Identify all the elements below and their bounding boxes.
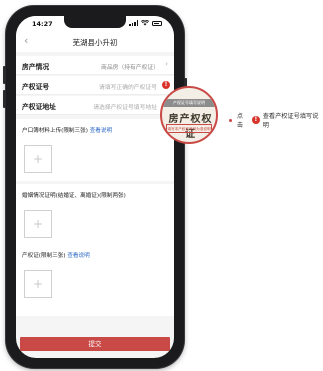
page-title: 芜湖县小升初	[72, 38, 118, 47]
cert-number-row[interactable]: 产权证号 请填写正确的产权证号 !	[16, 76, 174, 95]
property-cert-title-text: 产权证(限制三张)	[22, 253, 66, 259]
household-help-link[interactable]: 查看说明	[90, 128, 112, 134]
cert-address-row[interactable]: 产权证地址 请选择产权证号填写地址	[16, 96, 174, 115]
plus-icon: +	[32, 217, 44, 231]
phone-frame: 14:27 ‹ 芜湖县小升初 房产情况 商品房（持有产权证） › 产权证号 请填…	[3, 6, 187, 368]
property-status-row[interactable]: 房产情况 商品房（持有产权证） ›	[16, 56, 174, 75]
callout-prefix: 点击	[236, 113, 244, 129]
household-upload-section: 户口簿材料上传(限制三张) 查看说明 +	[16, 119, 174, 181]
property-cert-upload-title: 产权证(限制三张) 查看说明	[22, 251, 90, 259]
household-upload-title-text: 户口簿材料上传(限制三张)	[22, 128, 88, 134]
submit-button[interactable]: 提交	[20, 337, 170, 351]
help-icon[interactable]: !	[162, 81, 170, 89]
phone-screen: 14:27 ‹ 芜湖县小升初 房产情况 商品房（持有产权证） › 产权证号 请填…	[16, 16, 174, 358]
cert-address-input[interactable]: 请选择产权证号填写地址	[93, 102, 157, 111]
property-cert-upload-section: 产权证(限制三张) 查看说明 +	[16, 244, 174, 316]
property-cert-help-link[interactable]: 查看说明	[67, 253, 89, 259]
zoom-band-text: 产权证号填写说明	[162, 99, 216, 107]
plus-icon: +	[32, 277, 44, 291]
status-icons	[129, 20, 162, 26]
cert-address-label: 产权证地址	[22, 103, 56, 111]
property-status-value: 商品房（持有产权证）	[101, 65, 159, 71]
wifi-icon	[141, 20, 149, 26]
marriage-upload-section: 婚姻情况证明(结婚证、离婚证)(限制两张) +	[16, 184, 174, 246]
help-icon: !	[251, 116, 260, 124]
nav-bar: ‹ 芜湖县小升初	[16, 32, 174, 52]
volume-down-button	[3, 90, 6, 108]
household-upload-title: 户口簿材料上传(限制三张) 查看说明	[22, 126, 112, 134]
zoom-magnifier: 产权证号填写说明 房产权权证 填写本产权证号码为准说明	[160, 86, 218, 144]
cert-number-label: 产权证号	[22, 83, 50, 91]
battery-icon	[152, 20, 162, 26]
property-cert-upload-button[interactable]: +	[24, 270, 52, 298]
signal-icon	[129, 20, 138, 26]
marriage-upload-title: 婚姻情况证明(结婚证、离婚证)(限制两张)	[22, 193, 126, 199]
cert-number-input[interactable]: 请填写正确的产权证号	[99, 82, 157, 91]
status-time: 14:27	[32, 20, 53, 28]
zoom-stamp: 填写本产权证号码为准说明	[166, 124, 212, 133]
household-upload-button[interactable]: +	[24, 145, 52, 173]
callout-annotation: 点击 ! 查看产权证号填写说明	[229, 111, 323, 129]
volume-up-button	[3, 66, 6, 84]
property-status-label: 房产情况	[22, 63, 50, 71]
notch	[64, 16, 126, 28]
chevron-right-icon: ›	[165, 60, 168, 68]
callout-dot	[229, 118, 232, 122]
plus-icon: +	[32, 152, 44, 166]
marriage-upload-button[interactable]: +	[24, 210, 52, 238]
callout-text: 查看产权证号填写说明	[262, 113, 319, 129]
